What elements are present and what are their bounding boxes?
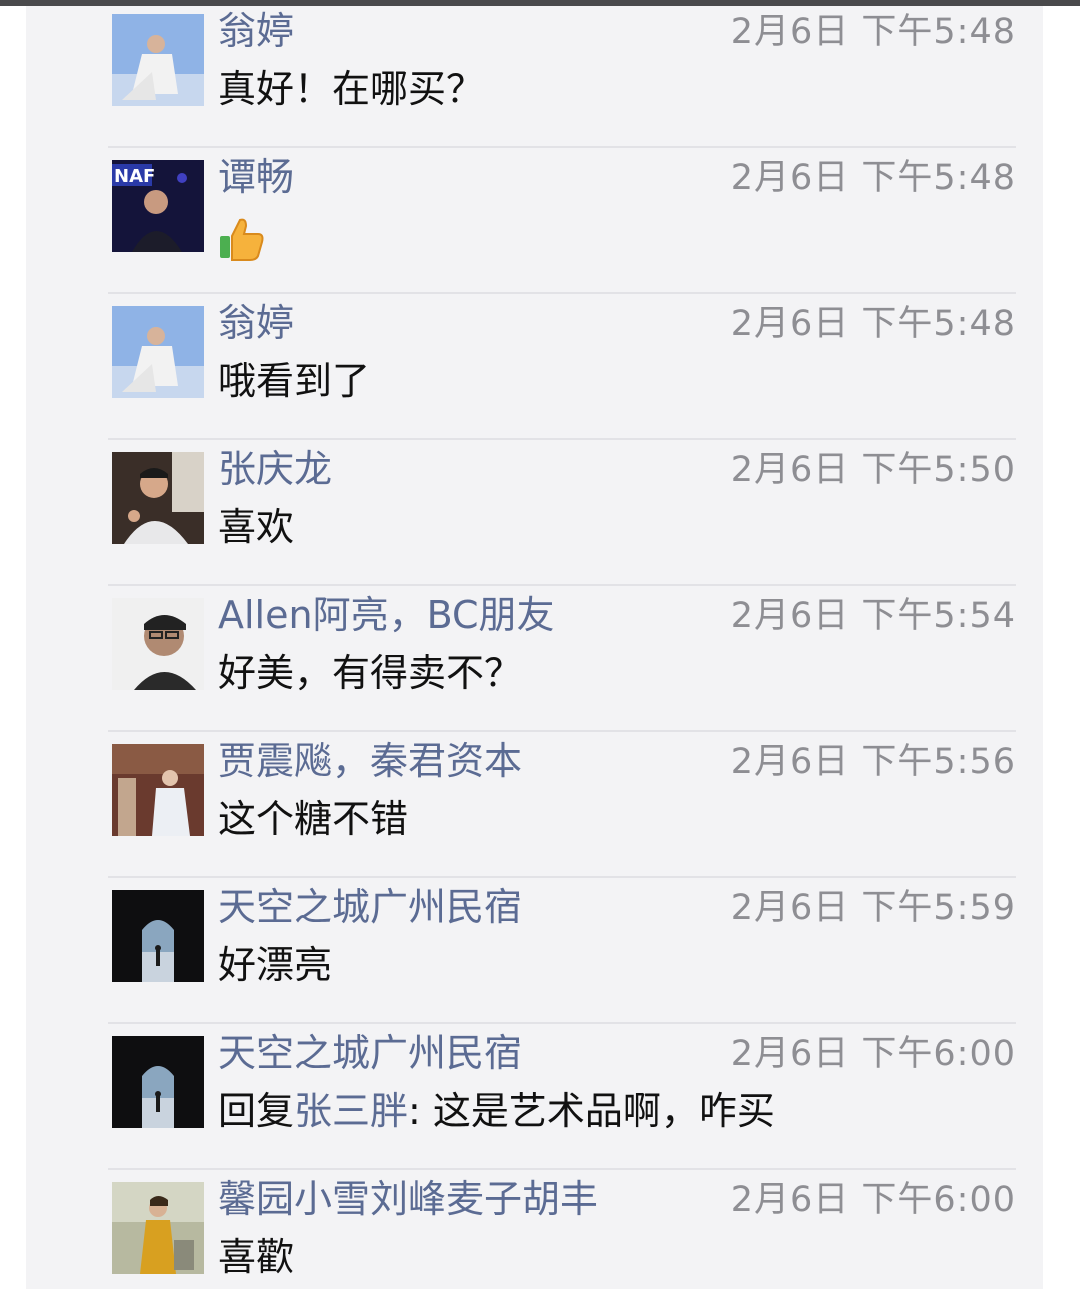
comment-text: 喜欢 [218,505,295,549]
divider [108,1022,1016,1024]
comment-text: 回复张三胖: 这是艺术品啊，咋买 [218,1086,775,1136]
comment-item[interactable]: Allen阿亮，BC朋友 2月6日 下午5:54 好美，有得卖不？ [108,584,1016,730]
comment-time: 2月6日 下午5:54 [730,596,1016,636]
comment-item[interactable]: 贾震飚，秦君资本 2月6日 下午5:56 这个糖不错 [108,730,1016,876]
comment-text: 真好！在哪买？ [218,67,485,111]
comment-time: 2月6日 下午5:48 [730,158,1016,198]
comment-item[interactable]: NAF 谭畅 2月6日 下午5:48 [108,146,1016,292]
divider [108,438,1016,440]
comment-time: 2月6日 下午5:48 [730,304,1016,344]
comment-item[interactable]: 翁婷 2月6日 下午5:48 真好！在哪买？ [108,0,1016,146]
avatar[interactable] [112,452,204,544]
avatar[interactable]: NAF [112,160,204,252]
commenter-name[interactable]: 翁婷 [218,300,294,346]
commenter-name[interactable]: 贾震飚，秦君资本 [218,738,522,784]
commenter-name[interactable]: Allen阿亮，BC朋友 [218,592,555,638]
avatar[interactable] [112,598,204,690]
avatar[interactable] [112,1036,204,1128]
commenter-name[interactable]: 天空之城广州民宿 [218,884,522,930]
comment-text: 喜歡 [218,1235,295,1279]
avatar[interactable] [112,306,204,398]
divider [108,292,1016,294]
comment-time: 2月6日 下午5:59 [730,888,1016,928]
comment-item[interactable]: 天空之城广州民宿 2月6日 下午6:00 回复张三胖: 这是艺术品啊，咋买 [108,1022,1016,1168]
comment-emoji [218,210,266,274]
comment-item[interactable]: 天空之城广州民宿 2月6日 下午5:59 好漂亮 [108,876,1016,1022]
comment-item[interactable]: 翁婷 2月6日 下午5:48 哦看到了 [108,292,1016,438]
comment-text: 好漂亮 [218,943,333,987]
reply-prefix: 回复 [218,1089,295,1133]
thumbs-up-icon [218,214,266,262]
divider [108,1168,1016,1170]
divider [108,584,1016,586]
avatar[interactable] [112,1182,204,1274]
comment-item[interactable]: 馨园小雪刘峰麦子胡丰 2月6日 下午6:00 喜歡 [108,1168,1016,1314]
comment-text: 哦看到了 [218,359,371,403]
commenter-name[interactable]: 张庆龙 [218,446,332,492]
divider [108,730,1016,732]
comment-text: 好美，有得卖不？ [218,651,523,695]
comment-time: 2月6日 下午5:48 [730,12,1016,52]
comment-time: 2月6日 下午6:00 [730,1180,1016,1220]
commenter-name[interactable]: 谭畅 [218,154,294,200]
divider [108,146,1016,148]
commenter-name[interactable]: 天空之城广州民宿 [218,1030,522,1076]
comment-item[interactable]: 张庆龙 2月6日 下午5:50 喜欢 [108,438,1016,584]
avatar[interactable] [112,14,204,106]
comment-time: 2月6日 下午6:00 [730,1034,1016,1074]
commenter-name[interactable]: 馨园小雪刘峰麦子胡丰 [218,1176,598,1222]
divider [108,876,1016,878]
comment-time: 2月6日 下午5:50 [730,450,1016,490]
reply-text: : 这是艺术品啊，咋买 [408,1089,775,1133]
avatar[interactable] [112,890,204,982]
comment-text: 这个糖不错 [218,797,409,841]
comment-time: 2月6日 下午5:56 [730,742,1016,782]
avatar[interactable] [112,744,204,836]
svg-text:NAF: NAF [114,166,155,187]
reply-target-name[interactable]: 张三胖 [294,1089,408,1133]
commenter-name[interactable]: 翁婷 [218,8,294,54]
